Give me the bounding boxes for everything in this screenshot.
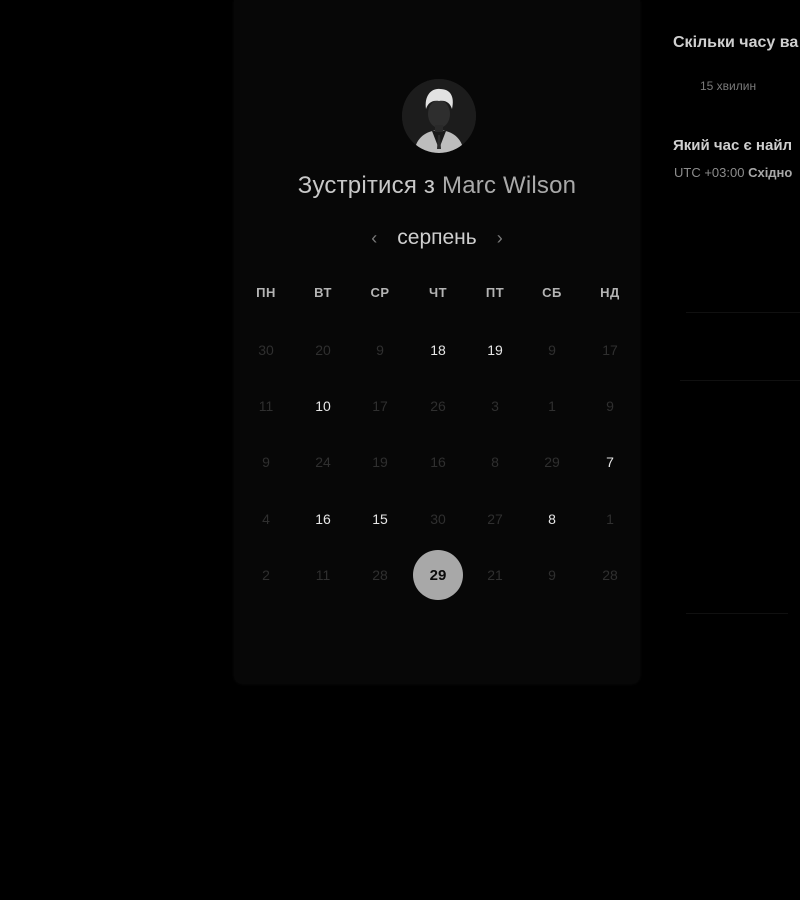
calendar-day: 26 xyxy=(430,398,446,414)
calendar-day: 9 xyxy=(376,342,384,358)
calendar-day: 9 xyxy=(606,398,614,414)
timezone-selector[interactable]: UTC +03:00 Східно xyxy=(674,165,800,180)
calendar-day[interactable]: 8 xyxy=(527,494,577,544)
weekday-label: ПН xyxy=(256,285,276,300)
weekday-label: ВТ xyxy=(314,285,332,300)
calendar-day: 11 xyxy=(258,398,274,414)
calendar-day: 16 xyxy=(430,454,446,470)
calendar-day: 2 xyxy=(262,567,270,583)
host-avatar xyxy=(402,79,476,153)
prev-month-icon[interactable]: ‹ xyxy=(365,228,383,249)
calendar-day[interactable]: 19 xyxy=(470,325,520,375)
calendar-day: 9 xyxy=(548,567,556,583)
divider xyxy=(680,380,800,381)
calendar-day: 20 xyxy=(315,342,331,358)
calendar-day: 24 xyxy=(315,454,331,470)
weekday-header: ПН ВТ СР ЧТ ПТ СБ НД xyxy=(237,285,637,305)
calendar-day[interactable]: 16 xyxy=(298,494,348,544)
calendar-day[interactable]: 15 xyxy=(355,494,405,544)
month-label: серпень xyxy=(397,226,477,249)
calendar-day: 4 xyxy=(262,511,270,527)
calendar-day: 30 xyxy=(258,342,274,358)
calendar-day: 9 xyxy=(262,454,270,470)
calendar-day: 29 xyxy=(544,454,560,470)
calendar-day: 19 xyxy=(372,454,388,470)
page-title: Зустрітися з Marc Wilson xyxy=(234,172,640,200)
weekday-label: ЧТ xyxy=(428,285,448,300)
time-question: Який час є найл xyxy=(673,137,793,154)
month-navigation: ‹ серпень › xyxy=(234,222,640,254)
calendar-day: 11 xyxy=(315,567,331,583)
person-photo-icon xyxy=(402,79,476,153)
calendar-day[interactable]: 10 xyxy=(298,381,348,431)
weekday-label: СБ xyxy=(542,285,562,300)
weekday-label: ПТ xyxy=(485,285,505,300)
timezone-offset: UTC +03:00 xyxy=(674,165,745,180)
duration-option[interactable]: 15 хвилин xyxy=(700,79,756,93)
title-prefix: Зустрітися з xyxy=(297,172,436,199)
calendar-day[interactable]: 7 xyxy=(585,437,635,487)
calendar-day: 17 xyxy=(602,342,618,358)
divider xyxy=(686,312,800,313)
calendar-day-selected[interactable]: 29 xyxy=(413,550,463,600)
weekday-label: НД xyxy=(600,285,620,300)
next-month-icon[interactable]: › xyxy=(491,228,509,249)
host-name: Marc Wilson xyxy=(442,172,577,199)
calendar-day: 21 xyxy=(487,567,503,583)
timezone-name: Східно xyxy=(748,165,793,180)
calendar-day: 9 xyxy=(548,342,556,358)
calendar-day[interactable]: 18 xyxy=(413,325,463,375)
calendar-day: 30 xyxy=(430,511,446,527)
calendar-day: 17 xyxy=(372,398,388,414)
calendar-day: 28 xyxy=(372,567,388,583)
calendar-day: 28 xyxy=(602,567,618,583)
duration-question: Скільки часу ва xyxy=(673,34,799,51)
calendar-day: 27 xyxy=(487,511,503,527)
calendar-day: 8 xyxy=(491,454,499,470)
calendar-day: 3 xyxy=(491,398,499,414)
divider xyxy=(686,613,788,614)
calendar-day: 1 xyxy=(548,398,556,414)
weekday-label: СР xyxy=(370,285,390,300)
calendar-day: 1 xyxy=(606,511,614,527)
